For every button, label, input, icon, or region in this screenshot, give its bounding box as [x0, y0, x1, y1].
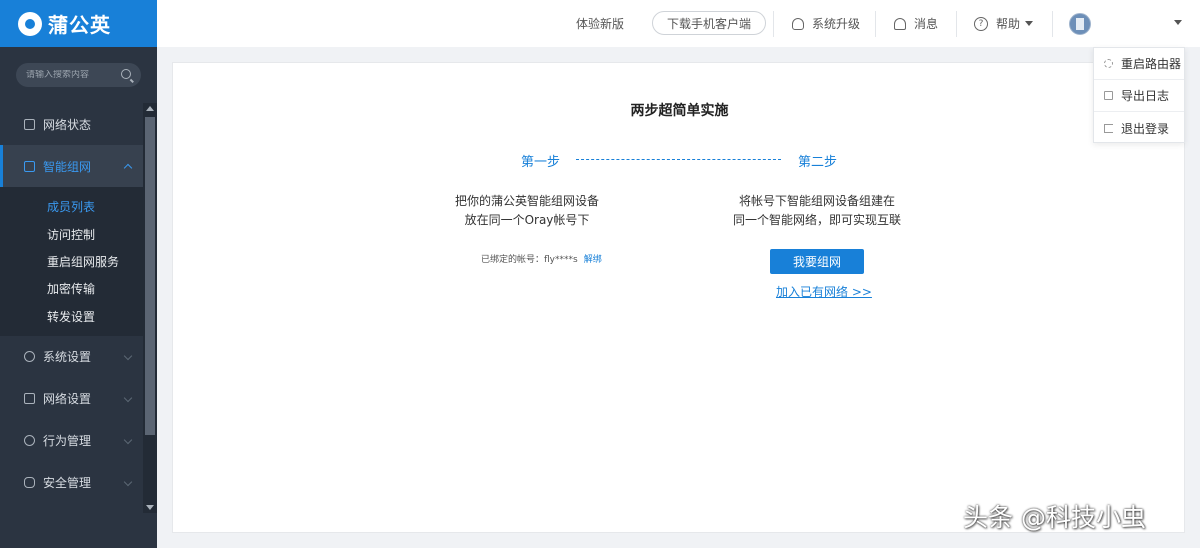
- step-one-description: 把你的蒲公英智能组网设备 放在同一个Oray帐号下: [417, 192, 637, 230]
- join-network-link[interactable]: 加入已有网络 >>: [776, 283, 872, 300]
- export-icon: [1104, 91, 1113, 100]
- menu-item-export-log[interactable]: 导出日志: [1094, 80, 1184, 112]
- sidebar-item-label: 行为管理: [43, 434, 92, 449]
- sidebar-item-system-settings[interactable]: 系统设置: [0, 336, 143, 378]
- menu-item-label: 退出登录: [1121, 121, 1170, 136]
- sidebar-scrollbar[interactable]: [143, 103, 157, 513]
- avatar[interactable]: [1069, 13, 1091, 35]
- messages-link[interactable]: 消息: [894, 15, 938, 32]
- sidebar-item-label: 网络设置: [43, 392, 92, 407]
- search-icon[interactable]: [121, 69, 131, 79]
- sidebar-item-network-settings[interactable]: 网络设置: [0, 378, 143, 420]
- logo[interactable]: 蒲公英: [0, 0, 157, 47]
- sidebar-item-label: 网络状态: [43, 117, 92, 132]
- menu-item-label: 导出日志: [1121, 89, 1170, 103]
- header-divider: [956, 11, 957, 37]
- search-input[interactable]: [26, 70, 118, 80]
- logo-icon: [18, 11, 42, 36]
- system-upgrade-label: 系统升级: [812, 17, 861, 31]
- create-network-button[interactable]: 我要组网: [770, 249, 864, 274]
- page-title: 两步超简单实施: [630, 103, 729, 119]
- chevron-down-icon: [123, 435, 133, 445]
- system-upgrade-link[interactable]: 系统升级: [792, 15, 860, 32]
- caret-down-icon[interactable]: [1174, 20, 1182, 25]
- help-icon: ?: [974, 16, 988, 31]
- watermark: 头条 @科技小虫: [963, 503, 1146, 532]
- security-icon: [24, 477, 35, 489]
- unbind-link[interactable]: 解绑: [584, 255, 602, 265]
- subnav-item-encryption[interactable]: 加密传输: [0, 275, 143, 302]
- header-divider: [773, 11, 774, 37]
- messages-label: 消息: [914, 17, 939, 31]
- scroll-up-icon[interactable]: [146, 106, 154, 111]
- rocket-icon: [792, 17, 804, 30]
- help-label: 帮助: [996, 17, 1021, 31]
- step-two-label: 第二步: [798, 155, 838, 170]
- sidebar-item-label: 系统设置: [43, 350, 92, 365]
- header-divider: [1052, 11, 1053, 37]
- sidebar-item-label: 智能组网: [43, 159, 92, 174]
- search-box: [16, 63, 141, 87]
- logo-text: 蒲公英: [48, 13, 111, 37]
- smart-network-icon: [24, 160, 35, 172]
- sidebar-item-smart-network[interactable]: 智能组网: [0, 145, 143, 187]
- step-connector: [576, 159, 781, 160]
- subnav-item-members[interactable]: 成员列表: [0, 193, 143, 220]
- main-content: 两步超简单实施 第一步 第二步 把你的蒲公英智能组网设备 放在同一个Oray帐号…: [172, 62, 1185, 533]
- new-version-link[interactable]: 体验新版: [576, 15, 624, 32]
- bell-icon: [894, 17, 906, 30]
- chevron-down-icon: [123, 351, 133, 361]
- menu-item-restart-router[interactable]: 重启路由器: [1094, 48, 1184, 80]
- network-status-icon: [24, 118, 35, 130]
- chevron-down-icon: [123, 477, 133, 487]
- subnav-smart-network: 成员列表 访问控制 重启组网服务 加密传输 转发设置: [0, 187, 143, 336]
- sidebar-item-behavior[interactable]: 行为管理: [0, 420, 143, 462]
- scroll-thumb[interactable]: [145, 117, 155, 435]
- restart-icon: [1104, 59, 1113, 68]
- sidebar-nav: 网络状态 智能组网 成员列表 访问控制 重启组网服务 加密传输 转发设置 系统设…: [0, 103, 143, 504]
- step-one-line-2: 放在同一个Oray帐号下: [464, 213, 590, 227]
- menu-item-label: 重启路由器: [1121, 57, 1182, 71]
- step-two-line-1: 将帐号下智能组网设备组建在: [738, 194, 895, 208]
- step-two-line-2: 同一个智能网络，即可实现互联: [732, 213, 901, 227]
- download-client-button[interactable]: 下载手机客户端: [652, 11, 767, 35]
- chevron-up-icon: [123, 163, 133, 173]
- subnav-item-access-control[interactable]: 访问控制: [0, 220, 143, 247]
- scroll-down-icon[interactable]: [146, 505, 154, 510]
- sidebar-item-network-status[interactable]: 网络状态: [0, 103, 143, 145]
- step-one-line-1: 把你的蒲公英智能组网设备: [454, 194, 599, 208]
- menu-item-logout[interactable]: 退出登录: [1094, 112, 1184, 144]
- sidebar-item-security[interactable]: 安全管理: [0, 462, 143, 504]
- caret-down-icon: [1025, 21, 1034, 26]
- top-header: 体验新版 下载手机客户端 系统升级 消息 ? 帮助: [157, 0, 1200, 47]
- sidebar: 蒲公英 网络状态 智能组网 成员列表 访问控制 重启组网服务 加密传输 转发设置…: [0, 0, 157, 548]
- help-menu[interactable]: ? 帮助: [974, 15, 1034, 32]
- step-two-description: 将帐号下智能组网设备组建在 同一个智能网络，即可实现互联: [707, 192, 927, 230]
- behavior-icon: [24, 435, 35, 447]
- bound-account-text: 已绑定的帐号：fly****s: [481, 255, 578, 265]
- bound-account: 已绑定的帐号：fly****s 解绑: [481, 252, 602, 265]
- gear-icon: [24, 351, 35, 363]
- logout-icon: [1104, 123, 1113, 133]
- step-one-label: 第一步: [521, 155, 561, 170]
- subnav-item-forwarding[interactable]: 转发设置: [0, 303, 143, 330]
- sidebar-item-label: 安全管理: [43, 476, 92, 491]
- header-divider: [875, 11, 876, 37]
- network-settings-icon: [24, 393, 35, 405]
- chevron-down-icon: [123, 393, 133, 403]
- user-dropdown-menu: 重启路由器 导出日志 退出登录: [1093, 47, 1185, 143]
- subnav-item-restart-service[interactable]: 重启组网服务: [0, 248, 143, 275]
